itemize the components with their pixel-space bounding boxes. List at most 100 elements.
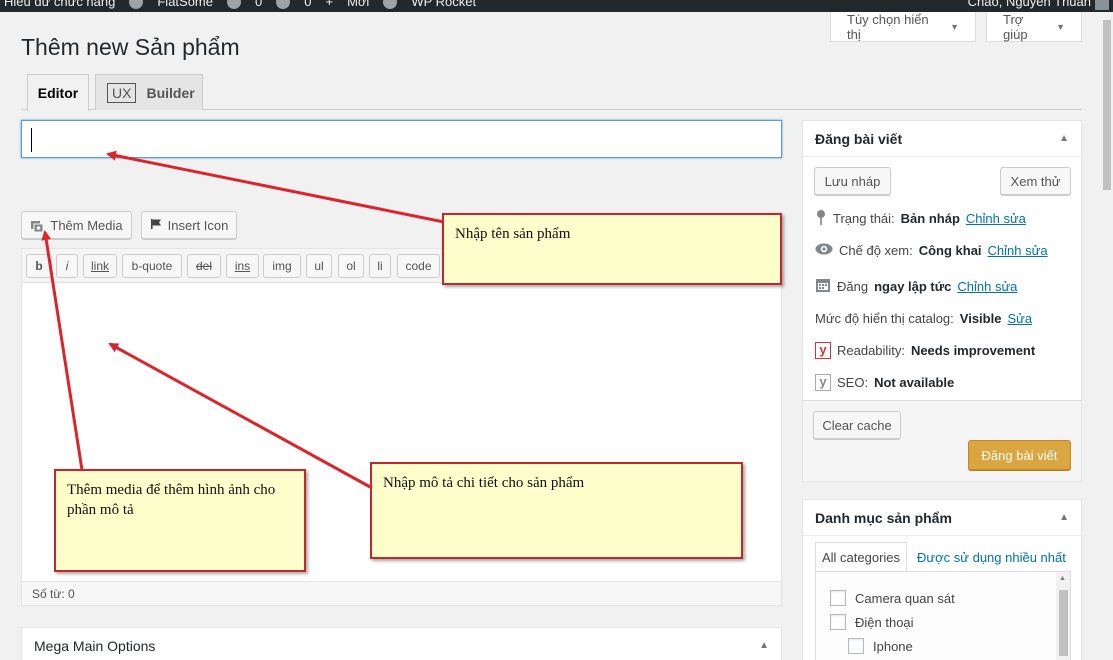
product-title-input[interactable] — [21, 120, 782, 158]
visibility-edit-link[interactable]: Chỉnh sửa — [988, 243, 1048, 258]
tab-ux-builder[interactable]: UX Builder — [95, 74, 203, 110]
admin-bar-item[interactable]: Hiểu dữ chức năng — [4, 0, 115, 9]
seo-label: SEO: — [837, 375, 869, 390]
save-draft-button[interactable]: Lưu nháp — [814, 167, 891, 195]
category-label: Điện thoại — [855, 614, 914, 630]
screen-options-button[interactable]: Tùy chọn hiển thị ▼ — [830, 12, 976, 42]
admin-bar-item[interactable]: 0 — [304, 0, 311, 9]
caret-down-icon: ▼ — [1056, 21, 1065, 32]
catalog-visibility-row: Mức độ hiển thị catalog: Visible Sửa — [815, 311, 1032, 326]
collapse-arrow-icon[interactable]: ▲ — [1059, 133, 1069, 144]
admin-bar-greeting[interactable]: Chào, Nguyễn Thuần — [968, 0, 1091, 9]
status-row: Trạng thái: Bản nháp Chỉnh sửa — [815, 209, 1026, 228]
qt-italic-button[interactable]: i — [56, 254, 78, 278]
qt-img-button[interactable]: img — [263, 254, 301, 278]
visibility-label: Chế độ xem: — [839, 243, 913, 258]
admin-bar-item[interactable]: FlatSome — [157, 0, 213, 9]
publish-actions: Clear cache Đăng bài viết — [803, 400, 1081, 481]
qt-li-button[interactable]: li — [369, 254, 391, 278]
seo-row: y SEO: Not available — [815, 374, 954, 391]
publish-button[interactable]: Đăng bài viết — [968, 440, 1071, 470]
help-label: Trợ giúp — [1003, 11, 1028, 42]
publish-box-header[interactable]: Đăng bài viết ▲ — [803, 121, 1081, 157]
status-edit-link[interactable]: Chỉnh sửa — [966, 211, 1026, 226]
qt-ol-button[interactable]: ol — [338, 254, 364, 278]
qt-ul-button[interactable]: ul — [306, 254, 332, 278]
add-media-label: Thêm Media — [50, 217, 123, 233]
page-scrollbar[interactable] — [1101, 12, 1113, 660]
clear-cache-button[interactable]: Clear cache — [813, 411, 901, 439]
category-checkbox[interactable] — [830, 590, 846, 606]
category-label: Camera quan sát — [855, 590, 955, 606]
help-button[interactable]: Trợ giúp ▼ — [986, 12, 1082, 42]
tab-builder-label: Builder — [146, 84, 195, 101]
mega-main-options-box: Mega Main Options ▲ — [21, 627, 782, 660]
qt-del-button[interactable]: del — [187, 254, 221, 278]
yoast-seo-icon: y — [815, 374, 831, 391]
readability-label: Readability: — [837, 343, 905, 358]
updates-icon — [227, 0, 241, 9]
admin-bar-item[interactable]: WP Rocket — [411, 0, 476, 9]
admin-bar-item[interactable]: Mới — [347, 0, 369, 9]
category-tabs: All categories Được sử dụng nhiều nhất — [815, 542, 1072, 572]
page-scroll-thumb[interactable] — [1103, 20, 1111, 190]
visibility-row: Chế độ xem: Công khai Chỉnh sửa — [815, 243, 1048, 258]
qt-bold-button[interactable]: b — [26, 254, 52, 278]
admin-bar-item[interactable]: 0 — [255, 0, 262, 9]
collapse-arrow-icon[interactable]: ▲ — [759, 640, 769, 651]
insert-icon-label: Insert Icon — [167, 217, 229, 233]
qt-code-button[interactable]: code — [397, 254, 440, 278]
insert-icon-button[interactable]: Insert Icon — [141, 211, 237, 239]
qt-bquote-button[interactable]: b-quote — [122, 254, 182, 278]
add-media-button[interactable]: Thêm Media — [21, 211, 132, 239]
mega-main-options-title: Mega Main Options — [34, 637, 156, 654]
tab-most-used[interactable]: Được sử dụng nhiều nhất — [907, 542, 1072, 572]
pin-icon — [815, 209, 827, 228]
admin-bar-items: Hiểu dữ chức năng FlatSome 0 0 + Mới WP … — [4, 0, 476, 9]
preview-button[interactable]: Xem thử — [1000, 167, 1071, 195]
status-value: Bản nháp — [900, 211, 960, 226]
category-checklist: Camera quan sát Điện thoại Iphone ▲ — [815, 571, 1071, 660]
mega-main-options-header[interactable]: Mega Main Options ▲ — [22, 628, 781, 660]
tab-all-categories[interactable]: All categories — [815, 542, 908, 572]
visibility-value: Công khai — [918, 243, 982, 258]
product-category-header[interactable]: Danh mục sản phẩm ▲ — [803, 500, 1081, 536]
category-item[interactable]: Điện thoại — [830, 614, 914, 630]
publish-box-title: Đăng bài viết — [815, 130, 903, 147]
calendar-icon — [815, 277, 831, 296]
product-category-box: Danh mục sản phẩm ▲ All categories Được … — [802, 499, 1082, 660]
eye-icon — [815, 243, 833, 258]
yoast-icon — [383, 0, 398, 9]
catalog-edit-link[interactable]: Sửa — [1007, 311, 1032, 326]
flatsome-icon — [129, 0, 144, 9]
publish-time-edit-link[interactable]: Chỉnh sửa — [957, 279, 1017, 294]
category-item[interactable]: Iphone — [848, 638, 913, 654]
media-icon — [30, 219, 44, 232]
seo-value: Not available — [874, 375, 955, 390]
editor-tabs: Editor UX Builder — [21, 74, 1082, 111]
publish-time-label: Đăng — [837, 279, 869, 294]
annotation-title-note: Nhập tên sản phẩm — [442, 213, 782, 285]
category-scroll-thumb[interactable] — [1059, 590, 1068, 656]
publish-time-value: ngay lập tức — [874, 279, 952, 294]
avatar[interactable] — [1095, 0, 1109, 10]
publish-time-row: Đăng ngay lập tức Chỉnh sửa — [815, 277, 1017, 296]
qt-link-button[interactable]: link — [83, 254, 117, 278]
tab-editor[interactable]: Editor — [27, 74, 89, 111]
product-category-title: Danh mục sản phẩm — [815, 509, 952, 526]
category-item[interactable]: Camera quan sát — [830, 590, 955, 606]
category-checkbox[interactable] — [848, 638, 864, 654]
caret-down-icon: ▼ — [950, 21, 959, 32]
qt-ins-button[interactable]: ins — [226, 254, 259, 278]
category-scrollbar[interactable]: ▲ — [1056, 572, 1070, 660]
yoast-readability-icon: y — [815, 342, 831, 359]
scroll-up-arrow-icon[interactable]: ▲ — [1059, 575, 1066, 582]
category-label: Iphone — [873, 638, 913, 654]
collapse-arrow-icon[interactable]: ▲ — [1059, 512, 1069, 523]
readability-row: y Readability: Needs improvement — [815, 342, 1035, 359]
catalog-value: Visible — [959, 311, 1002, 326]
readability-value: Needs improvement — [910, 343, 1036, 358]
ux-logo-icon: UX — [107, 82, 137, 103]
screen-options-label: Tùy chọn hiển thị — [847, 11, 929, 42]
category-checkbox[interactable] — [830, 614, 846, 630]
